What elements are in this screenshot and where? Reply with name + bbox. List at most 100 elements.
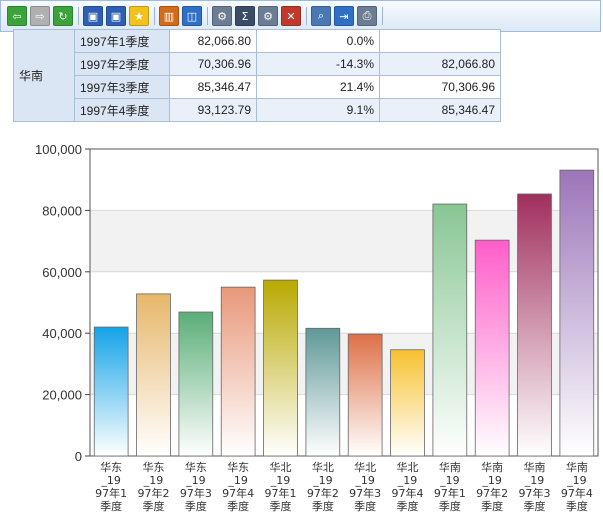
window-icon[interactable]: ◫ <box>182 6 202 26</box>
x-tick-label: 97年3 <box>180 486 212 500</box>
x-tick-label: 季度 <box>524 499 546 513</box>
bar-chart: 020,00040,00060,00080,000100,000华东_1997年… <box>35 142 599 513</box>
y-tick-label: 0 <box>75 449 82 464</box>
value-cell: 70,306.96 <box>169 52 257 76</box>
search-icon[interactable]: ⌕ <box>311 6 331 26</box>
table-row: 1997年3季度 85,346.47 21.4% 70,306.96 <box>14 75 501 99</box>
bar <box>432 203 468 457</box>
x-tick-label: 季度 <box>481 499 503 513</box>
toolbar-separator <box>382 7 383 25</box>
x-tick-label: _19 <box>227 474 248 487</box>
x-tick-label: 97年1 <box>95 486 127 500</box>
x-tick-label: 季度 <box>354 499 376 513</box>
x-tick-label: 华南 <box>481 460 503 474</box>
growth-cell: 0.0% <box>256 29 380 53</box>
bar <box>220 286 256 457</box>
save-icon[interactable]: ▣ <box>83 6 103 26</box>
sum-icon[interactable]: Σ <box>235 6 255 26</box>
x-tick-label: 97年4 <box>392 486 424 500</box>
calc-settings-icon[interactable]: ⚙ <box>258 6 278 26</box>
table-row: 1997年2季度 70,306.96 -14.3% 82,066.80 <box>14 52 501 76</box>
table-row: 1997年4季度 93,123.79 9.1% 85,346.47 <box>14 98 501 122</box>
y-tick-label: 100,000 <box>35 142 82 157</box>
x-tick-label: _19 <box>439 474 460 487</box>
x-tick-label: 97年4 <box>561 486 593 500</box>
value-cell: 85,346.47 <box>169 75 257 99</box>
bar <box>559 169 595 457</box>
chart-icon[interactable]: ▥ <box>159 6 179 26</box>
x-tick-label: _19 <box>481 474 502 487</box>
previous-value-cell: 85,346.47 <box>379 98 501 122</box>
x-tick-label: 季度 <box>439 499 461 513</box>
x-tick-label: 97年4 <box>222 486 254 500</box>
x-tick-label: 华北 <box>354 460 376 474</box>
x-tick-label: _19 <box>185 474 206 487</box>
bar <box>390 349 425 457</box>
bar <box>305 327 341 457</box>
x-tick-label: _19 <box>143 474 164 487</box>
x-tick-label: _19 <box>354 474 375 487</box>
quarter-cell: 1997年2季度 <box>74 52 170 76</box>
x-tick-label: 季度 <box>185 499 207 513</box>
y-tick-label: 80,000 <box>42 203 82 218</box>
bar <box>93 326 129 457</box>
bar <box>136 293 171 457</box>
x-tick-label: 华南 <box>439 460 461 474</box>
y-tick-label: 20,000 <box>42 388 82 403</box>
growth-cell: 21.4% <box>256 75 380 99</box>
favorite-icon[interactable]: ★ <box>129 6 149 26</box>
refresh-icon[interactable]: ↻ <box>53 6 73 26</box>
settings-icon[interactable]: ⚙ <box>212 6 232 26</box>
save-as-icon[interactable]: ▣ <box>106 6 126 26</box>
x-tick-label: 华东 <box>143 460 165 474</box>
x-tick-label: 季度 <box>397 499 419 513</box>
print-icon[interactable]: ⎙ <box>357 6 377 26</box>
x-tick-label: 97年2 <box>307 486 339 500</box>
x-tick-label: 季度 <box>566 499 588 513</box>
bar <box>347 333 383 457</box>
x-tick-label: 97年1 <box>434 486 466 500</box>
x-tick-label: 97年3 <box>519 486 551 500</box>
x-tick-label: _19 <box>566 474 587 487</box>
x-tick-label: _19 <box>397 474 418 487</box>
x-tick-label: 季度 <box>270 499 292 513</box>
y-tick-label: 60,000 <box>42 265 82 280</box>
forward-icon[interactable]: ⇨ <box>30 6 50 26</box>
delete-column-icon[interactable]: ✕ <box>281 6 301 26</box>
region-cell: 华南 <box>13 29 75 122</box>
toolbar: ⇦ ⇨ ↻ ▣ ▣ ★ ▥ ◫ ⚙ Σ ⚙ ✕ ⌕ ⇥ ⎙ <box>0 0 601 32</box>
quarter-cell: 1997年4季度 <box>74 98 170 122</box>
back-icon[interactable]: ⇦ <box>7 6 27 26</box>
x-tick-label: 华北 <box>270 460 292 474</box>
previous-value-cell <box>379 29 501 53</box>
x-tick-label: 季度 <box>312 499 334 513</box>
x-tick-label: 季度 <box>227 499 249 513</box>
export-icon[interactable]: ⇥ <box>334 6 354 26</box>
previous-value-cell: 82,066.80 <box>379 52 501 76</box>
quarter-cell: 1997年3季度 <box>74 75 170 99</box>
x-tick-label: _19 <box>100 474 121 487</box>
x-tick-label: 季度 <box>100 499 122 513</box>
x-tick-label: 97年3 <box>349 486 381 500</box>
y-tick-label: 40,000 <box>42 326 82 341</box>
quarter-cell: 1997年1季度 <box>74 29 170 53</box>
x-tick-label: 华南 <box>524 460 546 474</box>
x-tick-label: 华东 <box>227 460 249 474</box>
value-cell: 82,066.80 <box>169 29 257 53</box>
data-table: 华南 1997年1季度 82,066.80 0.0% 1997年2季度 70,306.96… <box>13 29 501 122</box>
value-cell: 93,123.79 <box>169 98 257 122</box>
bar <box>474 239 510 457</box>
x-tick-label: 97年1 <box>265 486 297 500</box>
toolbar-separator <box>154 7 155 25</box>
bar <box>517 193 552 457</box>
growth-cell: -14.3% <box>256 52 380 76</box>
x-tick-label: 97年2 <box>138 486 170 500</box>
x-tick-label: 97年2 <box>476 486 508 500</box>
x-tick-label: 季度 <box>143 499 165 513</box>
bar <box>263 279 298 457</box>
bar <box>178 311 214 457</box>
x-tick-label: _19 <box>524 474 545 487</box>
x-tick-label: _19 <box>312 474 333 487</box>
growth-cell: 9.1% <box>256 98 380 122</box>
previous-value-cell: 70,306.96 <box>379 75 501 99</box>
